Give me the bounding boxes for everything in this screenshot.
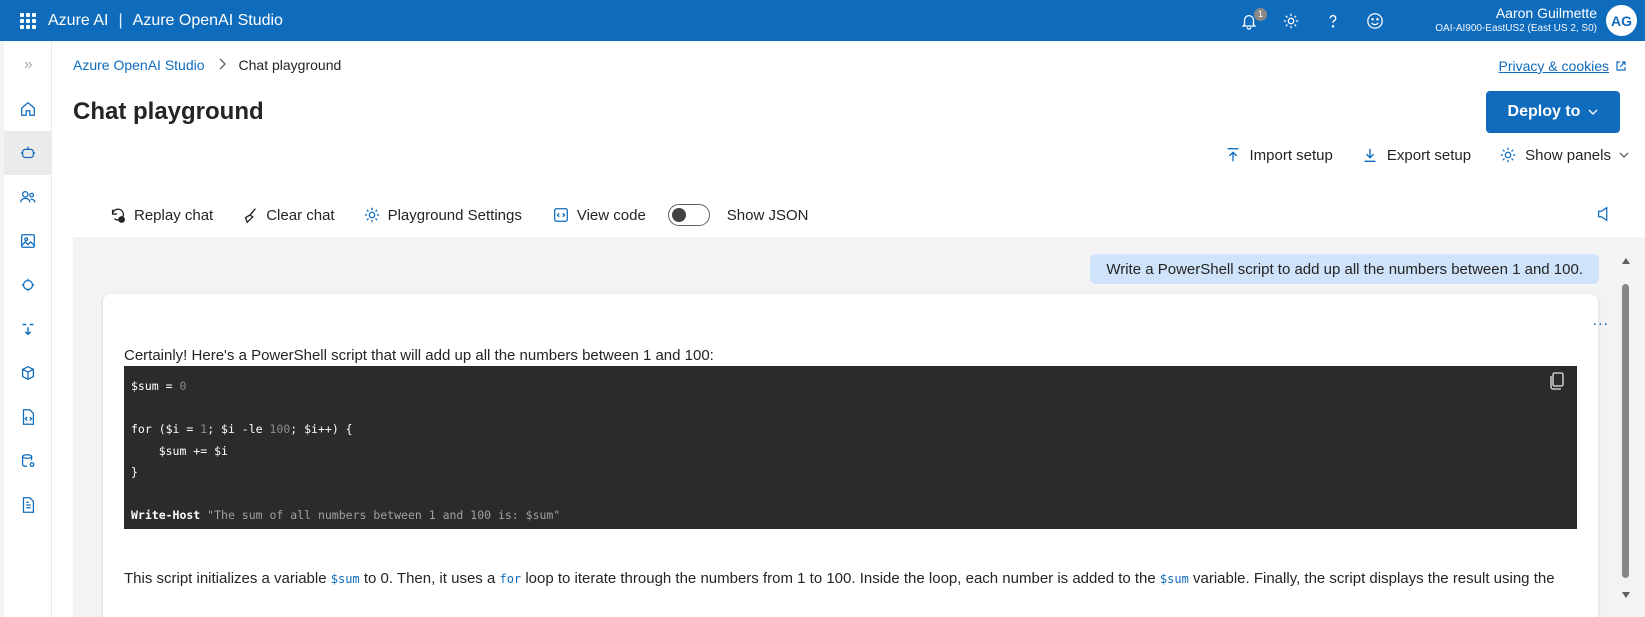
code-line: $sum = 0 (131, 379, 187, 393)
copy-icon[interactable] (1549, 372, 1565, 390)
deploy-label: Deploy to (1507, 103, 1581, 120)
double-chevron-right-icon (24, 61, 33, 69)
code-icon (553, 208, 568, 222)
scroll-down-arrow-icon[interactable] (1622, 592, 1630, 598)
show-panels-button[interactable]: Show panels (1499, 146, 1629, 164)
question-icon (1329, 14, 1337, 28)
settings-button[interactable] (1281, 11, 1301, 31)
breadcrumb-root-link[interactable]: Azure OpenAI Studio (73, 57, 205, 73)
nav-assistants[interactable] (4, 175, 52, 219)
show-json-toggle-group: Show JSON (667, 204, 809, 226)
scroll-thumb[interactable] (1622, 284, 1629, 578)
nav-content-filters[interactable] (4, 483, 52, 527)
assistant-explanation-text: This script initializes a variable $sum … (124, 570, 1555, 587)
code-file-icon (22, 409, 35, 425)
download-icon (1364, 148, 1376, 162)
user-message-bubble: Write a PowerShell script to add up all … (1090, 254, 1599, 284)
user-name: Aaron Guilmette (1495, 5, 1597, 21)
code-line: $sum += $i (131, 443, 228, 458)
show-panels-label: Show panels (1525, 146, 1611, 164)
chevron-down-icon (1619, 152, 1629, 158)
gear-icon (364, 207, 379, 223)
code-line: for ($i = 1; $i -le 100; $i++) { (131, 422, 353, 436)
replay-chat-button[interactable]: Replay chat (109, 206, 213, 224)
bot-icon (21, 278, 35, 292)
nav-deployments[interactable] (4, 307, 52, 351)
top-bar: Azure AI | Azure OpenAI Studio 1 Aaron G… (0, 0, 1645, 41)
speaker-button[interactable] (1595, 205, 1613, 223)
breadcrumb-current: Chat playground (238, 57, 342, 73)
message-more-button[interactable]: ... (1593, 312, 1609, 330)
playground-settings-button[interactable]: Playground Settings (363, 206, 522, 224)
brand-product[interactable]: Azure OpenAI Studio (133, 12, 283, 30)
speaker-icon (1597, 206, 1608, 222)
privacy-cookies-link[interactable]: Privacy & cookies (1499, 58, 1627, 74)
document-icon (22, 497, 35, 513)
cube-icon (21, 365, 35, 381)
view-code-button[interactable]: View code (552, 206, 646, 224)
nav-data-files[interactable] (4, 395, 52, 439)
export-setup-label: Export setup (1386, 146, 1472, 164)
setup-actions: Import setup Export setup Show panels (1224, 146, 1630, 164)
scroll-up-arrow-icon[interactable] (1622, 258, 1630, 264)
code-line: Write-Host "The sum of all numbers betwe… (131, 508, 561, 522)
clear-chat-label: Clear chat (266, 206, 335, 224)
expand-nav-button[interactable] (4, 43, 52, 87)
brand-separator: | (118, 11, 123, 29)
gear-icon (1283, 13, 1299, 28)
nav-quotas[interactable] (4, 439, 52, 483)
chat-toolbar: Replay chat Clear chat Playground Settin… (73, 193, 1645, 237)
brand: Azure AI | Azure OpenAI Studio (48, 12, 283, 30)
image-icon (21, 234, 35, 248)
app-launcher-icon[interactable] (20, 12, 36, 29)
user-info[interactable]: Aaron Guilmette OAI-AI900-EastUS2 (East … (1435, 4, 1597, 36)
code-line: } (131, 465, 138, 479)
feedback-button[interactable] (1365, 11, 1385, 31)
assistant-intro-text: Certainly! Here's a PowerShell script th… (124, 347, 714, 364)
page-title: Chat playground (73, 98, 264, 125)
show-json-label: Show JSON (726, 206, 809, 224)
home-icon (21, 101, 35, 116)
database-gear-icon (21, 454, 35, 468)
deploy-icon (22, 323, 34, 336)
deploy-to-button[interactable]: Deploy to (1486, 91, 1620, 133)
nav-home[interactable] (4, 87, 52, 131)
notifications-button[interactable]: 1 (1239, 7, 1267, 31)
help-button[interactable] (1323, 11, 1343, 31)
show-json-toggle[interactable] (667, 204, 710, 226)
replay-icon (111, 208, 125, 223)
import-setup-button[interactable]: Import setup (1224, 146, 1333, 164)
gear-icon (1500, 147, 1516, 163)
view-code-label: View code (576, 206, 646, 224)
chevron-down-icon (1588, 109, 1598, 115)
playground-settings-label: Playground Settings (387, 206, 522, 224)
replay-chat-label: Replay chat (134, 206, 214, 224)
avatar[interactable]: AG (1606, 5, 1637, 36)
people-icon (20, 190, 36, 203)
left-nav-rail (4, 41, 52, 617)
breadcrumb: Azure OpenAI Studio Chat playground (73, 57, 341, 73)
code-block: $sum = 0 for ($i = 1; $i -le 100; $i++) … (124, 366, 1577, 529)
export-setup-button[interactable]: Export setup (1361, 146, 1471, 164)
broom-icon (244, 208, 257, 224)
user-resource: OAI-AI900-EastUS2 (East US 2, S0) (1435, 23, 1597, 34)
import-setup-label: Import setup (1249, 146, 1333, 164)
breadcrumb-chevron-icon (217, 57, 227, 73)
smiley-icon (1367, 12, 1383, 29)
notification-badge: 1 (1254, 7, 1267, 21)
external-link-icon (1616, 61, 1626, 71)
chat-bot-icon (20, 146, 36, 159)
chat-scrollbar[interactable] (1621, 258, 1631, 598)
top-icons: 1 (1239, 0, 1385, 41)
nav-chat-playground[interactable] (4, 131, 52, 175)
privacy-label: Privacy & cookies (1498, 58, 1609, 74)
nav-models[interactable] (4, 351, 52, 395)
brand-azure-ai[interactable]: Azure AI (48, 12, 108, 30)
upload-icon (1227, 148, 1238, 162)
nav-images[interactable] (4, 219, 52, 263)
nav-completions[interactable] (4, 263, 52, 307)
clear-chat-button[interactable]: Clear chat (241, 206, 335, 224)
